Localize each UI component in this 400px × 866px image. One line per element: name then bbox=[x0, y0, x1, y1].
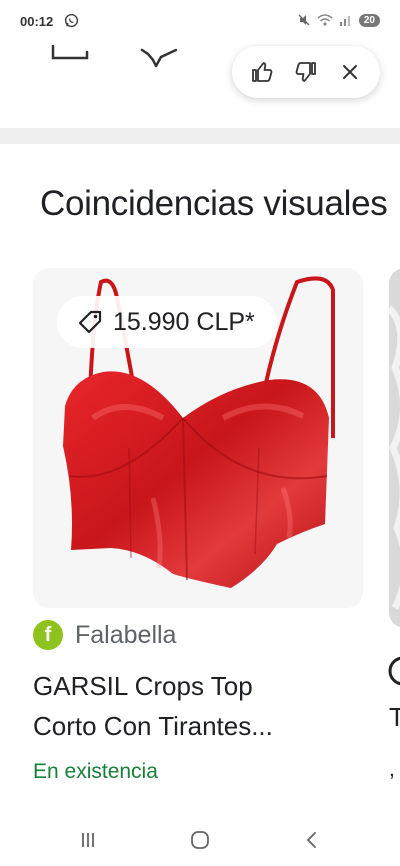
back-icon bbox=[306, 832, 316, 848]
merchant-row[interactable]: f Falabella bbox=[33, 620, 176, 650]
availability-status: En existencia bbox=[33, 760, 158, 783]
home-icon bbox=[191, 831, 209, 849]
close-button[interactable] bbox=[334, 56, 366, 88]
product-image[interactable]: 15.990 CLP* bbox=[33, 268, 363, 608]
merchant-logo: f bbox=[33, 620, 63, 650]
recents-button[interactable] bbox=[74, 826, 102, 854]
status-icons: 20 bbox=[297, 13, 380, 27]
clock: 00:12 bbox=[20, 14, 54, 29]
thumbs-up-icon bbox=[252, 62, 273, 82]
next-product-image[interactable] bbox=[389, 268, 400, 628]
product-title-line2: Corto Con Tirantes... bbox=[33, 711, 273, 741]
partial-toolbar-icons bbox=[51, 44, 178, 68]
status-bar: 00:12 20 bbox=[0, 0, 400, 44]
next-product-title-fragment: T bbox=[389, 702, 400, 732]
system-nav-bar bbox=[0, 810, 400, 866]
product-title-line1: GARSIL Crops Top bbox=[33, 671, 253, 701]
back-button[interactable] bbox=[298, 826, 326, 854]
home-button[interactable] bbox=[186, 826, 214, 854]
next-product-photo bbox=[389, 268, 400, 628]
battery-level: 20 bbox=[358, 13, 380, 27]
wifi-icon bbox=[317, 14, 333, 26]
price-tag-icon bbox=[78, 310, 102, 334]
merchant-name: Falabella bbox=[75, 620, 177, 649]
signal-icon bbox=[339, 16, 350, 26]
mute-icon bbox=[298, 14, 310, 26]
close-icon bbox=[343, 65, 357, 79]
feedback-bar bbox=[232, 46, 380, 98]
next-product-detail-fragment: , bbox=[389, 758, 395, 781]
thumbs-down-icon bbox=[295, 62, 316, 82]
section-title: Coincidencias visuales bbox=[40, 184, 388, 223]
thumbs-down-button[interactable] bbox=[290, 56, 322, 88]
product-title[interactable]: GARSIL Crops Top Corto Con Tirantes... bbox=[33, 666, 333, 746]
thumbs-up-button[interactable] bbox=[246, 56, 278, 88]
recents-icon bbox=[82, 833, 94, 847]
section-divider bbox=[0, 128, 400, 144]
price-badge: 15.990 CLP* bbox=[57, 296, 277, 348]
price-text: 15.990 CLP* bbox=[113, 307, 255, 336]
next-merchant-logo bbox=[388, 656, 400, 686]
whatsapp-icon bbox=[64, 13, 79, 28]
